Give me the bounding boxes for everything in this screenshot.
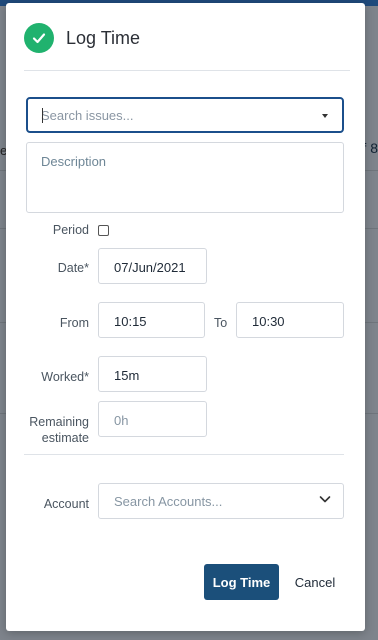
worked-value: 15m bbox=[114, 368, 140, 383]
background-divider bbox=[365, 170, 378, 171]
remaining-label-line2: estimate bbox=[41, 431, 89, 445]
worked-field[interactable]: 15m bbox=[98, 356, 207, 392]
dialog-header: Log Time bbox=[24, 21, 350, 71]
log-time-dialog: Log Time Search issues... Description Pe… bbox=[6, 3, 365, 631]
chevron-down-icon[interactable] bbox=[319, 493, 331, 508]
period-checkbox[interactable] bbox=[98, 225, 109, 236]
description-placeholder: Description bbox=[41, 154, 107, 169]
from-value: 10:15 bbox=[114, 314, 147, 329]
remaining-placeholder: 0h bbox=[114, 413, 129, 428]
check-circle-icon bbox=[24, 23, 54, 53]
background-divider bbox=[365, 413, 378, 414]
remaining-label-line1: Remaining bbox=[29, 415, 89, 429]
from-label: From bbox=[59, 316, 89, 330]
section-divider bbox=[24, 454, 344, 455]
search-issues-placeholder: Search issues... bbox=[41, 108, 134, 123]
description-textarea[interactable]: Description bbox=[26, 142, 344, 213]
period-label: Period bbox=[52, 223, 89, 237]
remaining-estimate-field[interactable]: 0h bbox=[98, 401, 207, 437]
to-label: To bbox=[214, 316, 228, 330]
account-placeholder: Search Accounts... bbox=[114, 494, 223, 509]
background-divider bbox=[365, 322, 378, 323]
date-field[interactable]: 07/Jun/2021 bbox=[98, 248, 207, 284]
dialog-title: Log Time bbox=[66, 28, 141, 48]
to-time-field[interactable]: 10:30 bbox=[236, 302, 344, 338]
from-time-field[interactable]: 10:15 bbox=[98, 302, 205, 338]
log-time-button[interactable]: Log Time bbox=[204, 564, 279, 600]
worked-label: Worked* bbox=[41, 370, 89, 384]
remaining-estimate-label: Remaining estimate bbox=[6, 414, 89, 446]
date-value: 07/Jun/2021 bbox=[114, 260, 186, 275]
date-label: Date* bbox=[57, 261, 89, 275]
search-issues-select[interactable]: Search issues... bbox=[26, 97, 344, 133]
to-value: 10:30 bbox=[252, 314, 285, 329]
cancel-button[interactable]: Cancel bbox=[290, 564, 340, 600]
background-divider bbox=[365, 228, 378, 229]
account-select[interactable]: Search Accounts... bbox=[98, 483, 344, 519]
account-label: Account bbox=[43, 497, 89, 511]
text-cursor bbox=[42, 108, 43, 123]
caret-down-icon[interactable] bbox=[322, 114, 328, 118]
